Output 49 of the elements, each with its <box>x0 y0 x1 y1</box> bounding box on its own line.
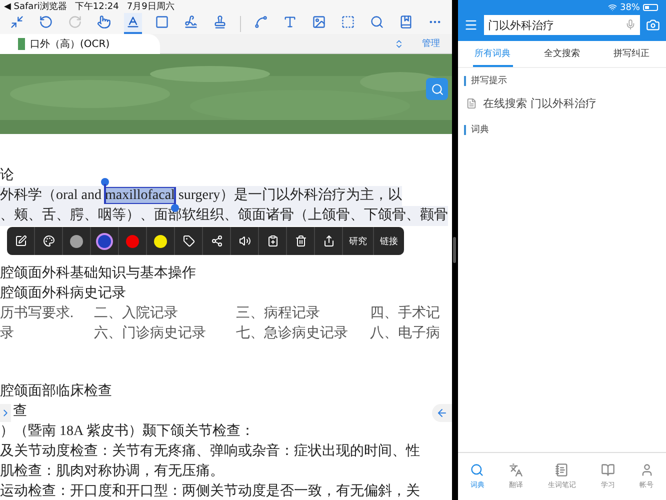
date: 7月9日周六 <box>126 0 174 13</box>
document-heading: 查 <box>13 402 27 421</box>
search-icon <box>430 82 444 96</box>
menu-button[interactable]: 链接 <box>374 227 404 255</box>
text-underline-icon[interactable] <box>124 13 142 34</box>
chevron-right-icon[interactable] <box>0 404 11 422</box>
microphone-icon[interactable] <box>625 19 636 30</box>
tab[interactable]: 所有词典 <box>472 41 513 67</box>
sort-icon[interactable] <box>394 38 404 48</box>
section-title: 词典 <box>464 125 666 135</box>
document-heading: 腔颌面外科基础知识与基本操作 <box>0 264 196 283</box>
time: 下午12:24 <box>74 0 119 13</box>
search-button[interactable] <box>426 78 448 100</box>
tab[interactable]: 全文搜索 <box>542 41 582 67</box>
manage-button[interactable]: 管理 <box>422 37 440 50</box>
menu-icon[interactable] <box>464 18 478 32</box>
document-text: 四、手术记 <box>370 304 441 323</box>
battery-icon <box>643 4 658 11</box>
battery-percentage: 38% <box>620 2 640 12</box>
document-text: 录 <box>0 325 15 343</box>
book-icon <box>600 463 615 477</box>
tab[interactable]: 拼写纠正 <box>611 41 652 67</box>
search-icon <box>470 463 484 477</box>
person-icon <box>640 463 654 477</box>
back-to-app[interactable]: ◀ Safari浏览器 <box>4 0 67 13</box>
document-heading: 腔颌面部临床检查 <box>0 382 112 401</box>
document-icon <box>466 98 477 109</box>
document-text: 八、电子病 <box>370 324 441 343</box>
suggestion-item[interactable]: 在线搜索 门以外科治疗 <box>458 86 666 117</box>
document-text: 及关节动度检查：关节有无疼痛、弹响或杂音：症状出现的时间、性 <box>0 442 420 461</box>
document-text: 肌检查：肌肉对称协调，有无压痛。 <box>0 462 224 481</box>
document-text: 运动检查：开口度和开口型：两侧关节动度是否一致，有无偏斜，关 <box>0 482 420 500</box>
notebook-icon <box>554 463 569 477</box>
document-text: 六、门诊病史记录 <box>94 324 207 343</box>
wifi-icon <box>608 3 617 12</box>
camera-icon[interactable] <box>646 18 660 32</box>
document-heading: 论 <box>0 166 14 185</box>
section-title: 拼写提示 <box>464 76 666 86</box>
arrow-left-icon[interactable] <box>432 404 452 422</box>
document-text: ）（暨南 18A 紫皮书）颞下颌关节检查： <box>0 422 254 441</box>
translate-icon <box>509 463 524 477</box>
document-text: 二、入院记录 <box>94 304 179 323</box>
document-text: 历书写要求. <box>0 304 74 323</box>
document-heading: 腔颌面外科病史记录 <box>0 284 126 303</box>
document-tab[interactable]: 口外（高）(OCR) <box>0 34 160 54</box>
menu-button[interactable]: 研究 <box>343 227 374 255</box>
document-text: 七、急诊病史记录 <box>236 324 349 343</box>
document-text: 三、病程记录 <box>236 304 321 323</box>
search-field[interactable]: 门以外科治疗 <box>484 15 640 35</box>
